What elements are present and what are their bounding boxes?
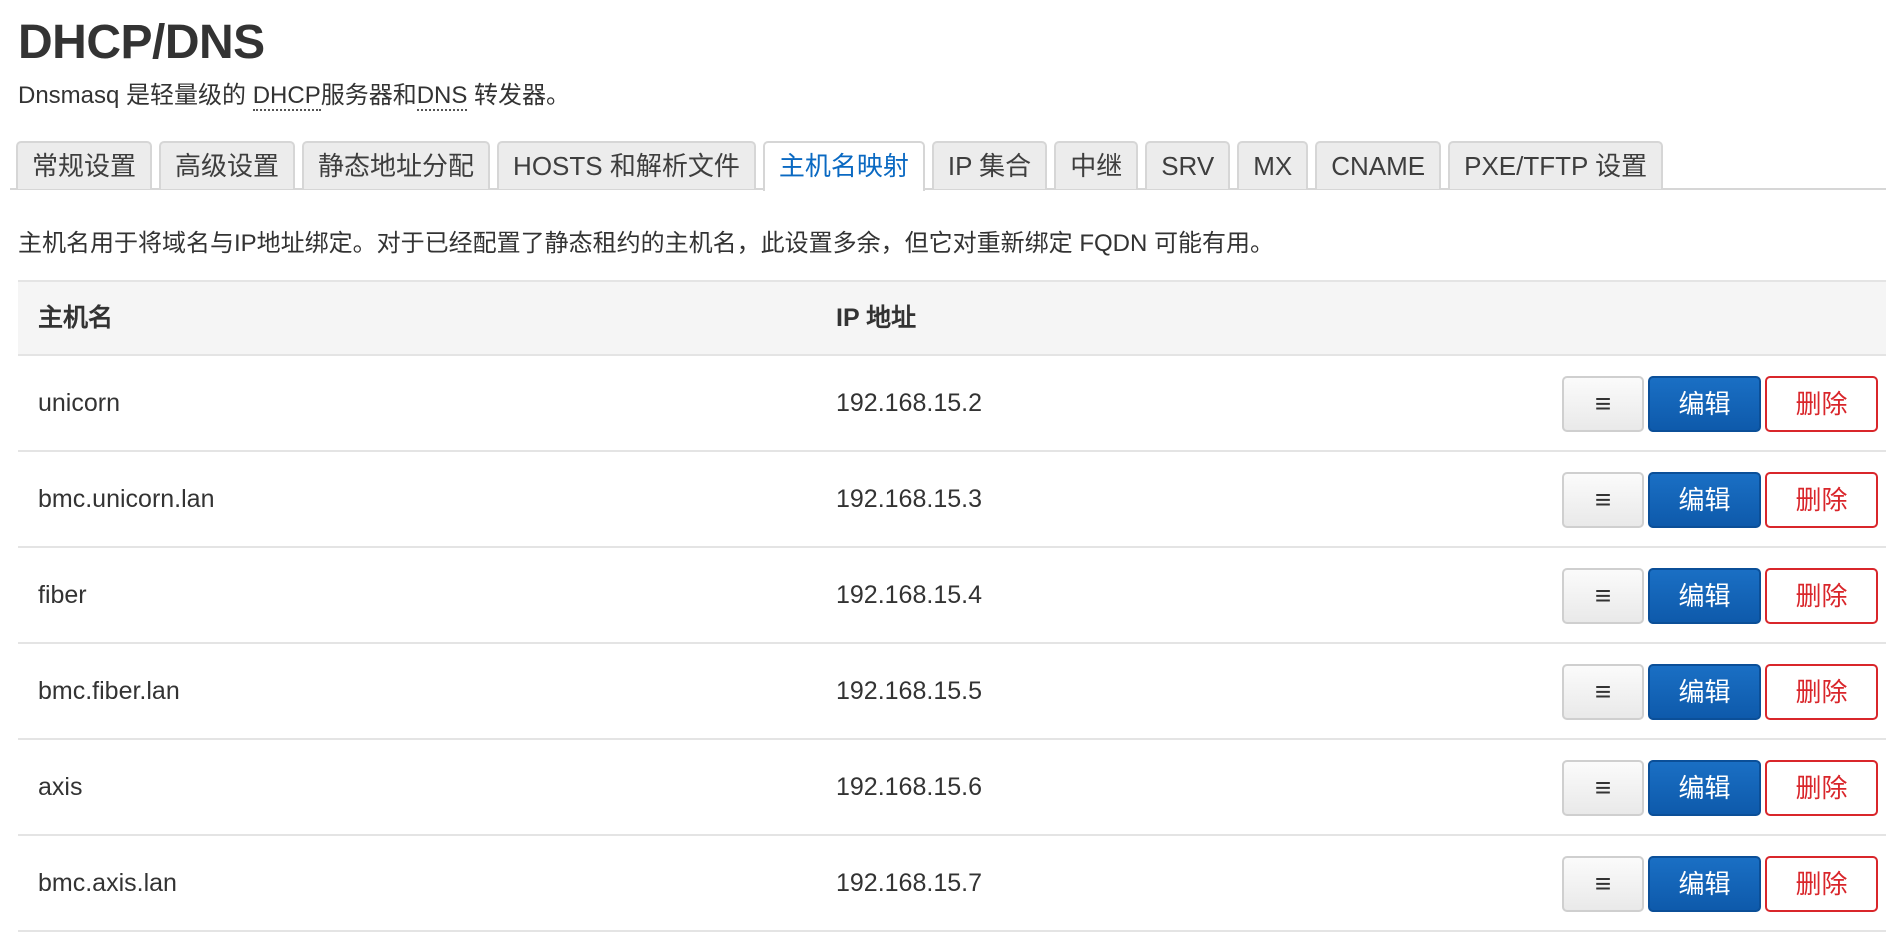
row-actions: ≡ 编辑 删除 — [1562, 856, 1878, 912]
row-actions: ≡ 编辑 删除 — [1562, 568, 1878, 624]
ip-cell: 192.168.15.5 — [836, 677, 982, 705]
ip-cell: 192.168.15.6 — [836, 773, 982, 801]
hostname-cell: fiber — [38, 581, 87, 609]
table-row: bmc.axis.lan 192.168.15.7 ≡ 编辑 删除 — [18, 836, 1886, 932]
edit-button[interactable]: 编辑 — [1648, 568, 1761, 624]
delete-button[interactable]: 删除 — [1765, 856, 1878, 912]
edit-button[interactable]: 编辑 — [1648, 472, 1761, 528]
tab-srv[interactable]: SRV — [1145, 141, 1231, 189]
page-title: DHCP/DNS — [18, 16, 265, 69]
description-suffix: 转发器。 — [467, 82, 571, 109]
hostnames-table: 主机名 IP 地址 unicorn 192.168.15.2 ≡ 编辑 删除 b… — [18, 280, 1886, 932]
hostname-cell: bmc.unicorn.lan — [38, 485, 215, 513]
drag-handle-icon[interactable]: ≡ — [1562, 856, 1644, 912]
tab-relay[interactable]: 中继 — [1054, 141, 1139, 189]
delete-button[interactable]: 删除 — [1765, 760, 1878, 816]
row-actions: ≡ 编辑 删除 — [1562, 472, 1878, 528]
page: DHCP/DNS Dnsmasq 是轻量级的 DHCP服务器和DNS 转发器。 … — [0, 0, 1886, 942]
delete-button[interactable]: 删除 — [1765, 376, 1878, 432]
drag-handle-icon[interactable]: ≡ — [1562, 472, 1644, 528]
edit-button[interactable]: 编辑 — [1648, 376, 1761, 432]
section-description: 主机名用于将域名与IP地址绑定。对于已经配置了静态租约的主机名，此设置多余，但它… — [18, 230, 1275, 257]
tab-pxe-tftp[interactable]: PXE/TFTP 设置 — [1448, 141, 1664, 189]
delete-button[interactable]: 删除 — [1765, 664, 1878, 720]
table-row: axis 192.168.15.6 ≡ 编辑 删除 — [18, 740, 1886, 836]
header-ip: IP 地址 — [836, 304, 917, 332]
table-row: bmc.fiber.lan 192.168.15.5 ≡ 编辑 删除 — [18, 644, 1886, 740]
hostname-cell: axis — [38, 773, 83, 801]
delete-button[interactable]: 删除 — [1765, 568, 1878, 624]
row-actions: ≡ 编辑 删除 — [1562, 664, 1878, 720]
edit-button[interactable]: 编辑 — [1648, 760, 1761, 816]
row-actions: ≡ 编辑 删除 — [1562, 760, 1878, 816]
edit-button[interactable]: 编辑 — [1648, 664, 1761, 720]
tab-mx[interactable]: MX — [1237, 141, 1309, 189]
drag-handle-icon[interactable]: ≡ — [1562, 568, 1644, 624]
tab-ipsets[interactable]: IP 集合 — [931, 141, 1048, 189]
table-row: unicorn 192.168.15.2 ≡ 编辑 删除 — [18, 356, 1886, 452]
hostname-cell: bmc.fiber.lan — [38, 677, 180, 705]
description-mid: 服务器和 — [320, 82, 417, 109]
description-prefix: Dnsmasq 是轻量级的 — [18, 82, 253, 109]
tab-hostnames[interactable]: 主机名映射 — [762, 141, 925, 191]
tab-advanced[interactable]: 高级设置 — [159, 141, 296, 189]
hostname-cell: bmc.axis.lan — [38, 869, 177, 897]
ip-cell: 192.168.15.4 — [836, 581, 982, 609]
tab-static-leases[interactable]: 静态地址分配 — [302, 141, 491, 189]
ip-cell: 192.168.15.2 — [836, 389, 982, 417]
header-hostname: 主机名 — [38, 304, 114, 332]
dns-abbr: DNS — [416, 82, 468, 111]
drag-handle-icon[interactable]: ≡ — [1562, 376, 1644, 432]
tab-hosts-resolv[interactable]: HOSTS 和解析文件 — [497, 141, 756, 189]
ip-cell: 192.168.15.7 — [836, 869, 982, 897]
tab-bar: 常规设置 高级设置 静态地址分配 HOSTS 和解析文件 主机名映射 IP 集合… — [10, 140, 1886, 191]
drag-handle-icon[interactable]: ≡ — [1562, 664, 1644, 720]
dhcp-abbr: DHCP — [252, 82, 321, 111]
hostname-cell: unicorn — [38, 389, 120, 417]
edit-button[interactable]: 编辑 — [1648, 856, 1761, 912]
table-row: bmc.unicorn.lan 192.168.15.3 ≡ 编辑 删除 — [18, 452, 1886, 548]
tab-cname[interactable]: CNAME — [1315, 141, 1442, 189]
table-header: 主机名 IP 地址 — [18, 280, 1886, 356]
tab-general[interactable]: 常规设置 — [16, 141, 153, 189]
page-description: Dnsmasq 是轻量级的 DHCP服务器和DNS 转发器。 — [18, 80, 570, 112]
delete-button[interactable]: 删除 — [1765, 472, 1878, 528]
ip-cell: 192.168.15.3 — [836, 485, 982, 513]
table-row: fiber 192.168.15.4 ≡ 编辑 删除 — [18, 548, 1886, 644]
drag-handle-icon[interactable]: ≡ — [1562, 760, 1644, 816]
row-actions: ≡ 编辑 删除 — [1562, 376, 1878, 432]
